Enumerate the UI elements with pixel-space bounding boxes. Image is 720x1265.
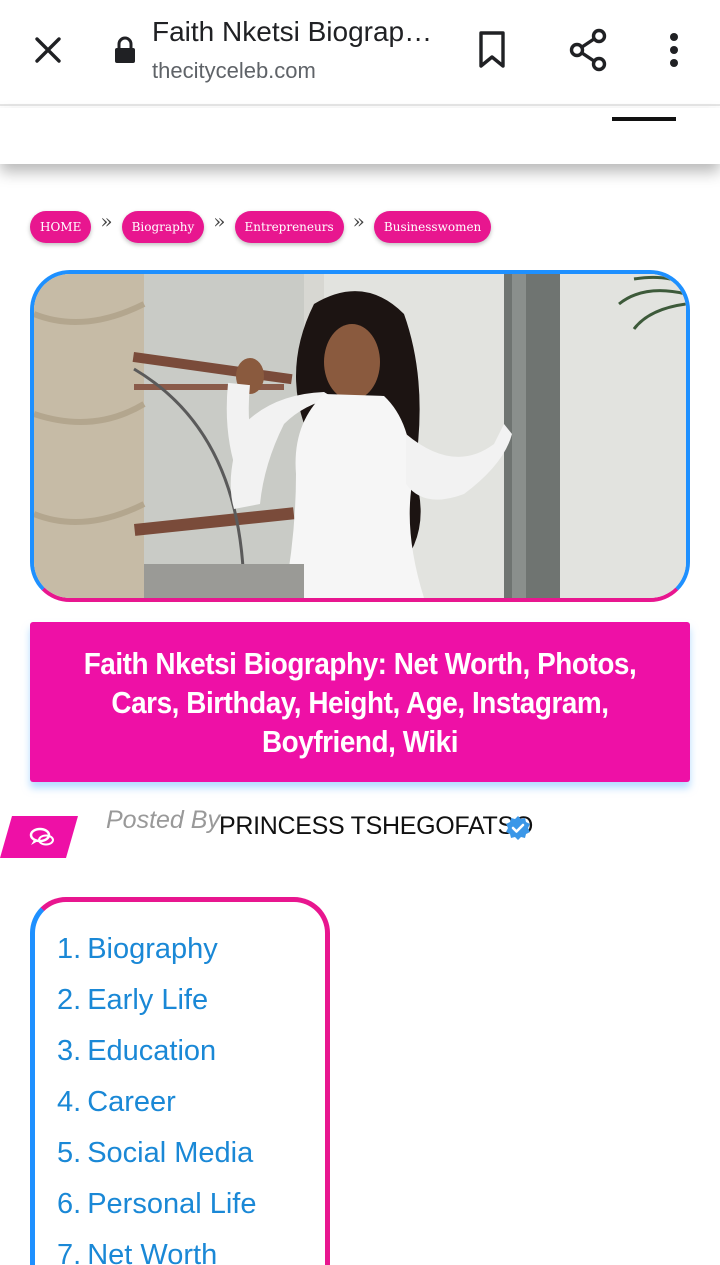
- site-header: [0, 108, 720, 164]
- more-vert-icon[interactable]: [656, 28, 692, 72]
- breadcrumb-home[interactable]: HOME: [30, 211, 92, 243]
- page-title: Faith Nketsi Biography: Net Worth, Photo…: [152, 16, 442, 47]
- article-title: Faith Nketsi Biography: Net Worth, Photo…: [83, 645, 637, 759]
- featured-image: [30, 270, 690, 602]
- posted-by-label: Posted By: [106, 806, 220, 834]
- breadcrumb-separator: »: [100, 209, 113, 233]
- breadcrumb-separator: »: [213, 209, 226, 233]
- toc-item-biography[interactable]: 1. Biography: [57, 932, 256, 983]
- share-icon[interactable]: [566, 26, 610, 74]
- bookmark-icon[interactable]: [472, 28, 512, 72]
- toc-label: Career: [87, 1086, 176, 1118]
- toc-list: 1. Biography 2. Early Life 3. Education 4. C…: [57, 932, 256, 1265]
- menu-icon[interactable]: [612, 117, 676, 121]
- breadcrumb: HOME » Biography » Entrepreneurs » Busin…: [30, 209, 492, 243]
- browser-toolbar: Faith Nketsi Biography: Net Worth, Photo…: [0, 0, 720, 106]
- table-of-contents: 1. Biography 2. Early Life 3. Education 4. C…: [30, 897, 330, 1265]
- toc-number: 3.: [57, 1035, 82, 1067]
- toc-number: 2.: [57, 984, 82, 1016]
- close-icon[interactable]: [28, 30, 68, 70]
- toc-item-personal-life[interactable]: 6. Personal Life: [57, 1187, 256, 1238]
- toc-number: 1.: [57, 933, 82, 965]
- toc-label: Education: [87, 1035, 217, 1067]
- breadcrumb-biography[interactable]: Biography: [121, 211, 205, 243]
- toc-label: Personal Life: [87, 1188, 257, 1220]
- breadcrumb-separator: »: [352, 209, 365, 233]
- verified-icon: [505, 815, 531, 841]
- toc-label: Social Media: [87, 1137, 254, 1169]
- toc-label: Early Life: [87, 984, 209, 1016]
- breadcrumb-businesswomen[interactable]: Businesswomen: [373, 211, 492, 243]
- toc-label: Biography: [87, 933, 218, 965]
- toc-number: 5.: [57, 1137, 82, 1169]
- toc-item-social-media[interactable]: 5. Social Media: [57, 1136, 256, 1187]
- toc-item-education[interactable]: 3. Education: [57, 1034, 256, 1085]
- comment-icon[interactable]: [0, 816, 78, 858]
- breadcrumb-entrepreneurs[interactable]: Entrepreneurs: [234, 211, 344, 243]
- lock-icon: [112, 34, 138, 66]
- article-title-box: Faith Nketsi Biography: Net Worth, Photo…: [30, 622, 690, 782]
- toc-item-early-life[interactable]: 2. Early Life: [57, 983, 256, 1034]
- toc-item-career[interactable]: 4. Career: [57, 1085, 256, 1136]
- toc-number: 6.: [57, 1188, 82, 1220]
- toc-label: Net Worth: [87, 1239, 218, 1265]
- toc-item-net-worth[interactable]: 7. Net Worth: [57, 1238, 256, 1265]
- author-name[interactable]: PRINCESS TSHEGOFATSO: [219, 812, 533, 841]
- toc-number: 4.: [57, 1086, 82, 1118]
- page-url[interactable]: thecityceleb.com: [152, 58, 316, 84]
- toc-number: 7.: [57, 1239, 82, 1265]
